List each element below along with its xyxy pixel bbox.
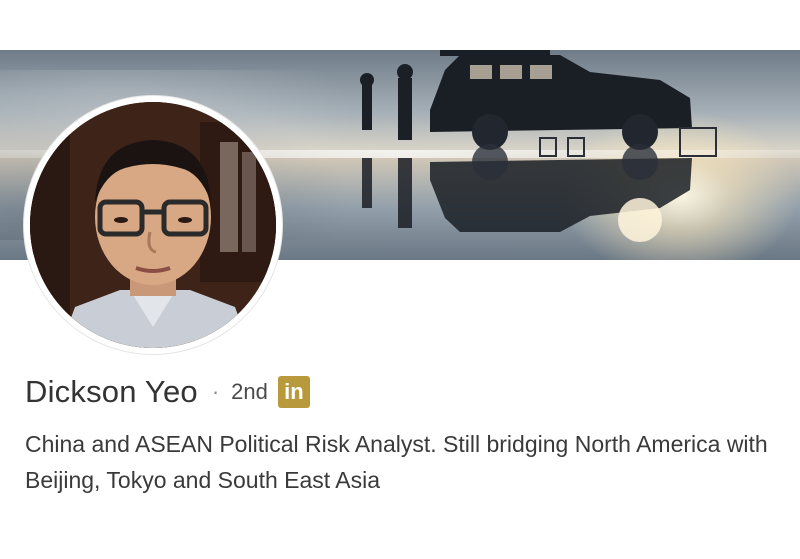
linkedin-icon: in [277, 376, 310, 408]
avatar-photo [30, 102, 276, 348]
connection-degree: 2nd [231, 379, 268, 404]
top-blank-area [0, 0, 800, 50]
profile-name-row: Dickson Yeo · 2nd in [25, 370, 310, 414]
profile-name[interactable]: Dickson Yeo [25, 374, 198, 410]
profile-avatar[interactable] [24, 96, 282, 354]
separator-dot: · [211, 379, 220, 404]
profile-headline: China and ASEAN Political Risk Analyst. … [25, 431, 768, 493]
